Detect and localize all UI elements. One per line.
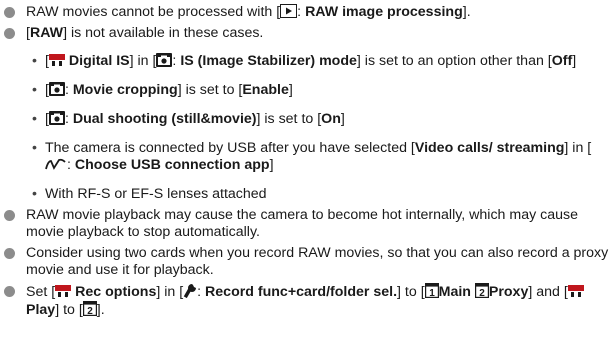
- bullet-item: RAW movies cannot be processed with [: R…: [0, 4, 611, 21]
- svg-text:1: 1: [429, 288, 435, 298]
- movie-camera-icon: [567, 284, 584, 298]
- camera-icon: [156, 53, 173, 67]
- camera-icon: [48, 111, 65, 125]
- card-1-icon: 1: [424, 283, 439, 298]
- text-run: Consider using two cards when you record…: [26, 245, 609, 278]
- playback-icon: [280, 4, 298, 18]
- bullet-dot: [4, 7, 15, 18]
- text-run: ].: [96, 302, 105, 318]
- text-run: :: [67, 157, 75, 173]
- sub-bullet-item: • [: Movie cropping] is set to [Enable]: [0, 82, 611, 99]
- text-run: :: [64, 82, 73, 98]
- text-run: ]: [340, 111, 345, 127]
- bullet-item: RAW movie playback may cause the camera …: [0, 207, 611, 241]
- svg-text:2: 2: [479, 288, 485, 298]
- text-run: ] is set to an option other than [: [356, 53, 552, 69]
- bullet-item: Set [ Rec options] in [: Record func+car…: [0, 283, 611, 319]
- text-run: ] is set to [: [256, 111, 322, 127]
- bold-term: Dual shooting (still&movie): [72, 111, 257, 127]
- bold-term: IS (Image Stabilizer) mode: [180, 53, 357, 69]
- sub-bullet-text: With RF-S or EF-S lenses attached: [45, 186, 267, 202]
- sub-bullet-text: The camera is connected by USB after you…: [45, 140, 591, 173]
- bold-term: RAW image processing: [305, 4, 463, 20]
- movie-camera-icon: [55, 284, 72, 298]
- bullet-dot: [4, 286, 15, 297]
- movie-camera-icon: [48, 53, 65, 67]
- text-run: ]: [269, 157, 274, 173]
- text-run: ]: [572, 53, 577, 69]
- bold-term: Play: [26, 302, 56, 318]
- sub-bullet-dot: •: [32, 82, 37, 98]
- sub-bullet-dot: •: [32, 140, 37, 156]
- sub-bullet-item: • With RF-S or EF-S lenses attached: [0, 186, 611, 203]
- text-run: ] in [: [129, 53, 157, 69]
- text-run: Set [: [26, 284, 56, 300]
- text-run: ] to [: [55, 302, 83, 318]
- bold-term: Main: [438, 284, 475, 300]
- bold-term: Proxy: [488, 284, 529, 300]
- sub-bullet-text: [: Dual shooting (still&movie)] is set t…: [45, 111, 345, 127]
- text-run: RAW movies cannot be processed with [: [26, 4, 281, 20]
- bold-term: Movie cropping: [72, 82, 178, 98]
- bullet-text: Consider using two cards when you record…: [26, 245, 608, 278]
- bullet-text: RAW movies cannot be processed with [: R…: [26, 4, 471, 20]
- text-run: RAW movie playback may cause the camera …: [26, 207, 578, 240]
- bold-term: Digital IS: [68, 53, 130, 69]
- text-run: ] is set to [: [177, 82, 243, 98]
- text-run: ].: [462, 4, 471, 20]
- setup-icon: [183, 283, 197, 298]
- text-run: The camera is connected by USB after you…: [45, 140, 415, 156]
- bold-term: RAW: [29, 25, 64, 41]
- bullet-dot: [4, 210, 15, 221]
- bullet-item: [RAW] is not available in these cases.: [0, 25, 611, 42]
- bullet-text: Set [ Rec options] in [: Record func+car…: [26, 283, 584, 318]
- bold-term: Choose USB connection app: [74, 157, 270, 173]
- sub-bullet-item: • The camera is connected by USB after y…: [0, 140, 611, 174]
- sub-bullet-text: [: Movie cropping] is set to [Enable]: [45, 82, 293, 98]
- text-run: :: [297, 4, 306, 20]
- text-run: ] in [: [564, 140, 592, 156]
- bullet-text: [RAW] is not available in these cases.: [26, 25, 263, 41]
- bold-term: Video calls/ streaming: [414, 140, 565, 156]
- text-run: ] in [: [156, 284, 184, 300]
- sub-bullet-text: [ Digital IS] in [: IS (Image Stabilizer…: [45, 53, 576, 69]
- bullet-text: RAW movie playback may cause the camera …: [26, 207, 578, 240]
- text-run: ] is not available in these cases.: [63, 25, 264, 41]
- camera-icon: [48, 82, 65, 96]
- bullet-dot: [4, 248, 15, 259]
- svg-text:2: 2: [87, 306, 93, 316]
- text-run: :: [197, 284, 206, 300]
- bold-term: Rec options: [75, 284, 157, 300]
- card-2-icon: 2: [474, 283, 489, 298]
- bold-term: On: [321, 111, 341, 127]
- text-run: ]: [288, 82, 293, 98]
- bold-term: Record func+card/folder sel.: [205, 284, 398, 300]
- sub-bullet-dot: •: [32, 111, 37, 127]
- bullet-item: Consider using two cards when you record…: [0, 245, 611, 279]
- text-run: With RF-S or EF-S lenses attached: [45, 186, 267, 202]
- bullet-dot: [4, 28, 15, 39]
- bold-term: Enable: [242, 82, 289, 98]
- bold-term: Off: [551, 53, 573, 69]
- wireless-icon: [45, 158, 67, 171]
- sub-bullet-dot: •: [32, 53, 37, 69]
- sub-bullet-dot: •: [32, 186, 37, 202]
- card-2-icon: 2: [82, 301, 97, 316]
- text-run: :: [64, 111, 73, 127]
- text-run: ] and [: [528, 284, 568, 300]
- sub-bullet-item: • [: Dual shooting (still&movie)] is set…: [0, 111, 611, 128]
- document-content: RAW movies cannot be processed with [: R…: [0, 0, 611, 318]
- sub-bullet-item: • [ Digital IS] in [: IS (Image Stabiliz…: [0, 53, 611, 70]
- text-run: ] to [: [397, 284, 425, 300]
